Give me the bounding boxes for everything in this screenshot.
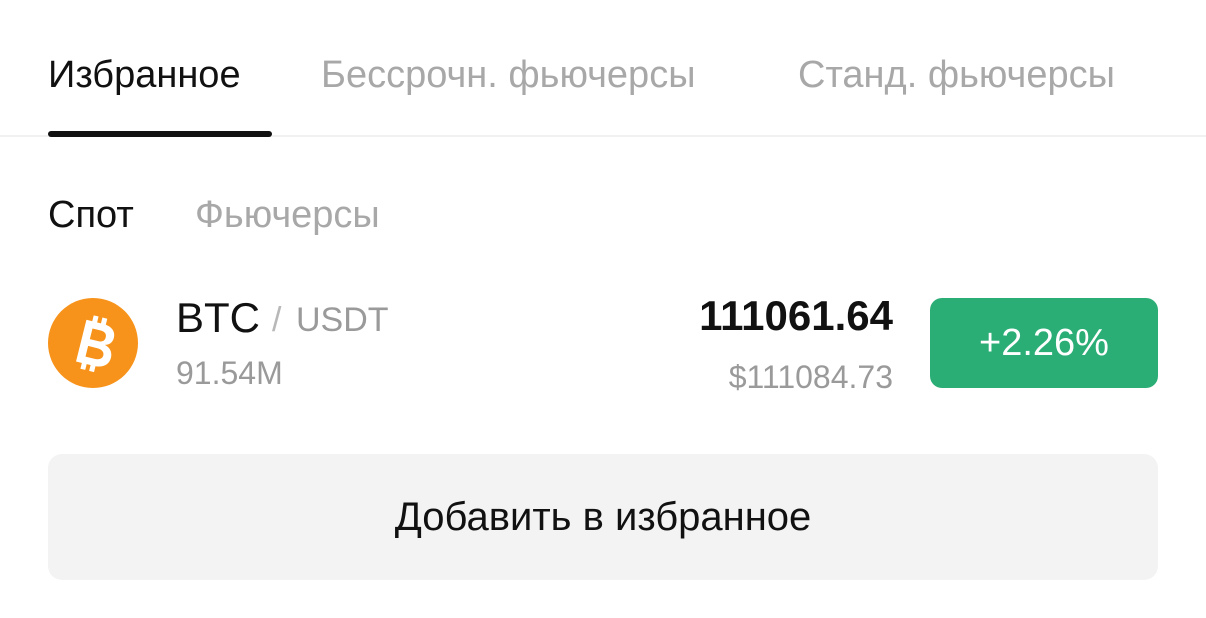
pair-base-symbol: BTC bbox=[176, 294, 260, 341]
price-usd: $111084.73 bbox=[728, 359, 893, 395]
volume-24h: 91.54M bbox=[176, 355, 283, 391]
subtab-spot[interactable]: Спот bbox=[48, 192, 134, 238]
subtab-futures[interactable]: Фьючерсы bbox=[195, 192, 380, 238]
last-price: 111061.64 bbox=[699, 292, 893, 339]
tab-perpetual-futures[interactable]: Бессрочн. фьючерсы bbox=[321, 52, 696, 98]
top-tab-bar: Избранное Бессрочн. фьючерсы Станд. фьюч… bbox=[0, 0, 1206, 137]
add-to-favorites-button[interactable]: Добавить в избранное bbox=[48, 454, 1158, 580]
bitcoin-icon bbox=[48, 298, 138, 388]
favorites-screen: Избранное Бессрочн. фьючерсы Станд. фьюч… bbox=[0, 0, 1206, 618]
tab-standard-futures[interactable]: Станд. фьючерсы bbox=[798, 52, 1115, 98]
price-change-badge[interactable]: +2.26% bbox=[930, 298, 1158, 388]
pair-quote-symbol: USDT bbox=[296, 301, 389, 339]
active-tab-indicator bbox=[48, 131, 272, 137]
ticker-row-btc-usdt[interactable]: BTC / USDT 91.54M 111061.64 $111084.73 +… bbox=[0, 280, 1206, 410]
tab-favorites[interactable]: Избранное bbox=[48, 52, 241, 98]
pair-separator: / bbox=[272, 301, 282, 339]
